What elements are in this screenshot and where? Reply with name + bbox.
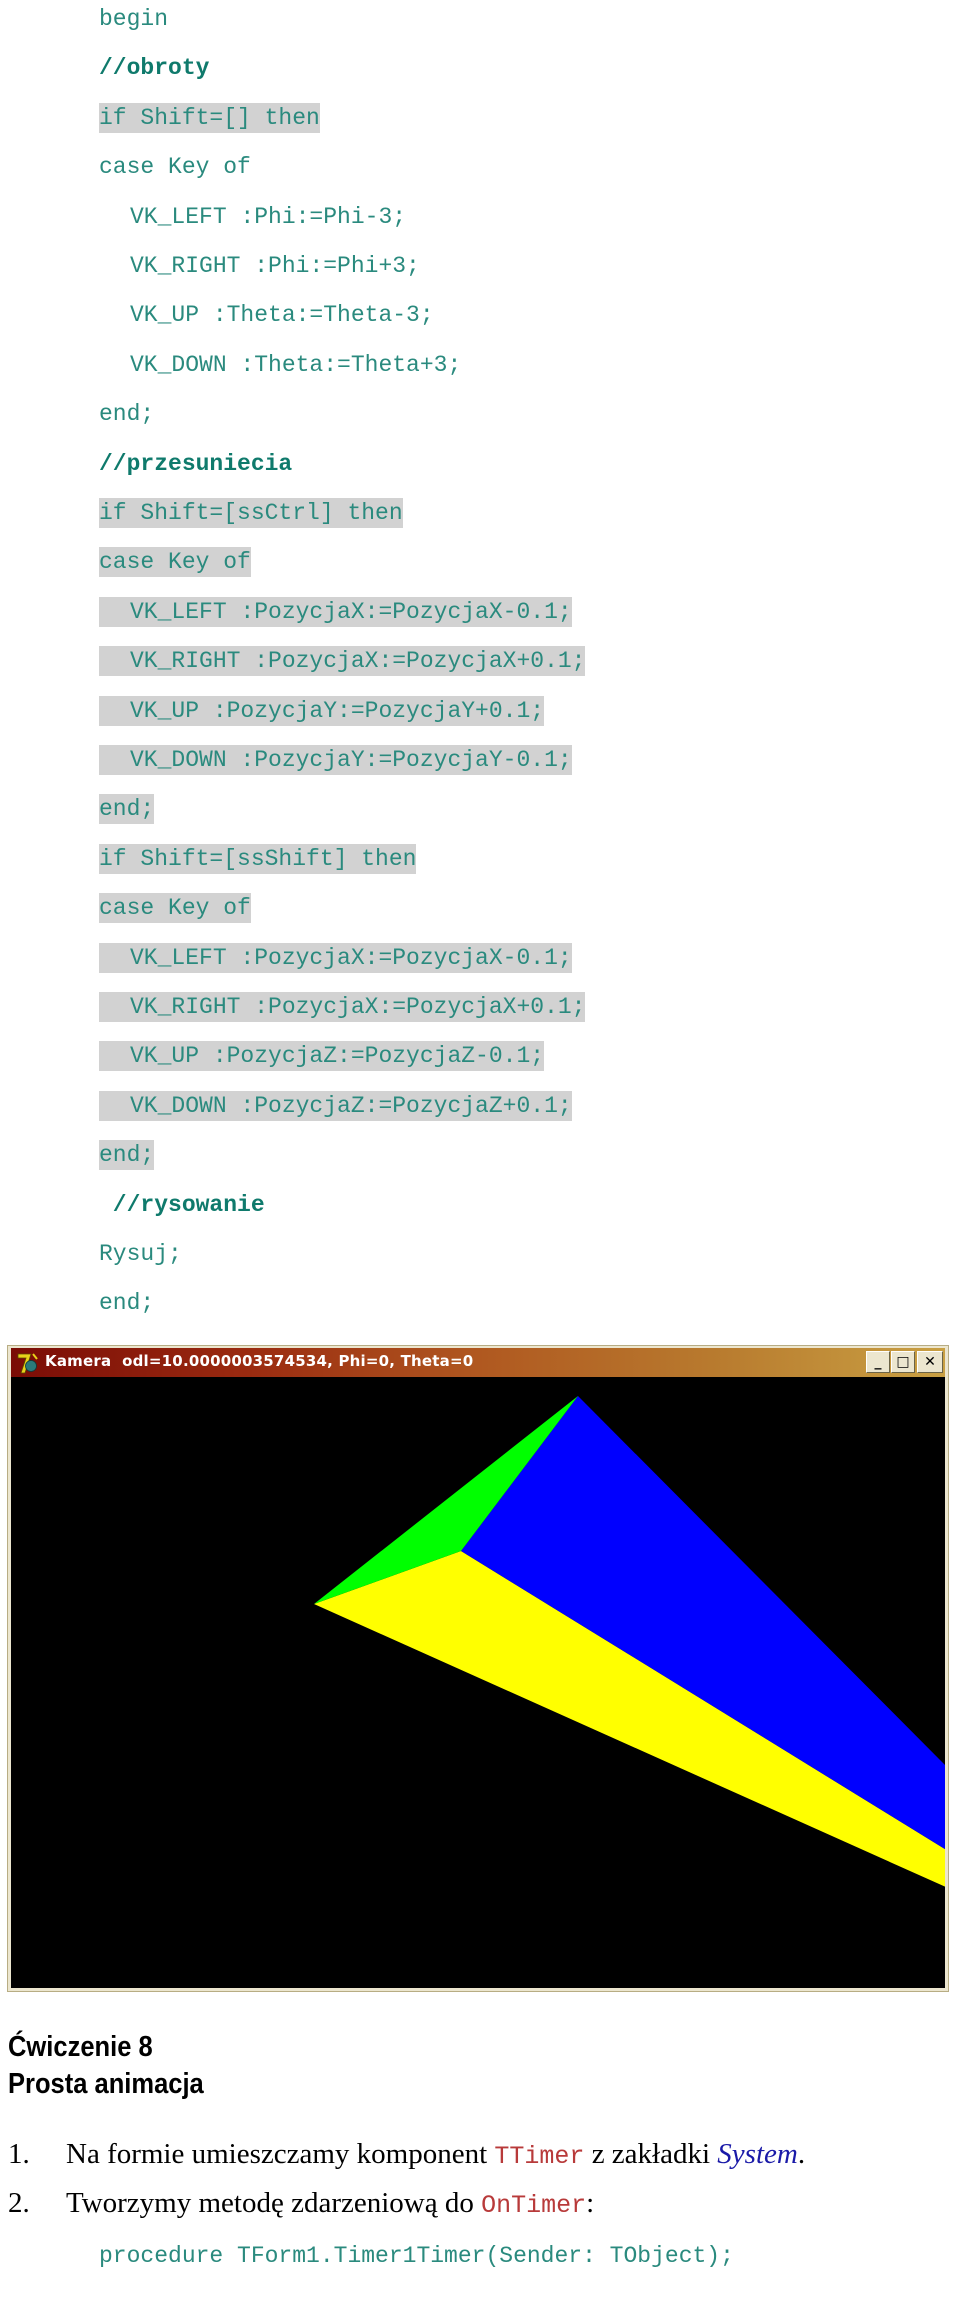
inline-code-ttimer: TTimer — [494, 2142, 585, 2171]
code-text: VK_LEFT :PozycjaX:=PozycjaX-0.1; — [130, 944, 572, 971]
code-line: Rysuj; — [99, 1239, 182, 1269]
code-text: case Key of — [99, 154, 251, 181]
code-line: VK_RIGHT :PozycjaX:=PozycjaX+0.1; — [99, 992, 586, 1022]
code-text: VK_RIGHT :Phi:=Phi+3; — [130, 253, 420, 279]
code-text: end; — [99, 1290, 155, 1317]
code-comment-line: //rysowanie — [99, 1190, 265, 1220]
code-text: case Key of — [99, 549, 251, 576]
code-text: VK_RIGHT :PozycjaX:=PozycjaX+0.1; — [130, 648, 586, 675]
code-text: VK_LEFT :Phi:=Phi-3; — [130, 203, 407, 230]
step-text: Tworzymy metodę zdarzeniową do OnTimer: — [66, 2187, 594, 2220]
code-text: VK_UP :PozycjaY:=PozycjaY+0.1; — [130, 697, 545, 724]
code-line: case Key of — [99, 547, 251, 578]
step-item-2: 2. Tworzymy metodę zdarzeniową do OnTime… — [0, 2187, 960, 2227]
exercise-title: Ćwiczenie 8 — [8, 2031, 153, 2063]
step-text-part: Na formie umieszczamy komponent — [66, 2138, 495, 2170]
code-line: end; — [99, 1140, 155, 1171]
step-text-part: Tworzymy metodę zdarzeniową do — [66, 2187, 482, 2219]
close-button[interactable]: ✕ — [917, 1351, 943, 1373]
system-tab-reference: System — [717, 2138, 798, 2170]
code-text: //obroty — [99, 55, 210, 82]
kamera-window: Kamera odl=10.0000003574534, Phi=0, Thet… — [7, 1345, 949, 1992]
code-text: //przesuniecia — [99, 450, 293, 477]
code-line: if Shift=[] then — [99, 102, 320, 133]
code-line: VK_DOWN :Theta:=Theta+3; — [99, 350, 461, 380]
code-line: end; — [99, 399, 154, 429]
code-text: Rysuj; — [99, 1241, 182, 1267]
code-line: begin — [99, 4, 168, 34]
code-text: VK_DOWN :Theta:=Theta+3; — [130, 351, 462, 378]
window-title: Kamera odl=10.0000003574534, Phi=0, Thet… — [45, 1352, 474, 1370]
code-line: VK_DOWN :PozycjaZ:=PozycjaZ+0.1; — [99, 1090, 572, 1121]
code-text: case Key of — [99, 895, 251, 922]
code-text: //rysowanie — [99, 1191, 265, 1218]
step-item-1: 1. Na formie umieszczamy komponent TTime… — [0, 2138, 960, 2178]
scene-svg — [314, 1396, 945, 1887]
code-text: if Shift=[ssShift] then — [99, 845, 417, 872]
code-text: end; — [99, 796, 155, 823]
code-text: begin — [99, 6, 169, 32]
code-line: if Shift=[ssCtrl] then — [99, 498, 403, 528]
code-line: VK_LEFT :PozycjaX:=PozycjaX-0.1; — [99, 596, 572, 627]
maximize-button[interactable]: □ — [891, 1351, 915, 1373]
minimize-button[interactable]: _ — [866, 1351, 890, 1373]
code-text: VK_DOWN :PozycjaZ:=PozycjaZ+0.1; — [130, 1092, 572, 1119]
code-line: VK_UP :PozycjaY:=PozycjaY+0.1; — [99, 695, 545, 726]
step-text-part: . — [797, 2138, 806, 2170]
step-text: Na formie umieszczamy komponent TTimer z… — [66, 2138, 805, 2171]
code-line: VK_RIGHT :PozycjaX:=PozycjaX+0.1; — [99, 646, 586, 677]
render-canvas[interactable] — [11, 1377, 945, 1988]
step-text-part: z zakładki — [584, 2138, 718, 2170]
code-text: procedure TForm1.Timer1Timer(Sender: TOb… — [99, 2243, 734, 2269]
code-line: case Key of — [99, 893, 251, 924]
code-line: end; — [99, 1288, 154, 1318]
step-number: 1. — [8, 2138, 30, 2170]
code-text: VK_LEFT :PozycjaX:=PozycjaX-0.1; — [130, 598, 572, 625]
minimize-icon: _ — [874, 1354, 882, 1370]
code-text: end; — [99, 401, 155, 428]
code-text: VK_UP :Theta:=Theta-3; — [130, 302, 434, 329]
code-text: VK_RIGHT :PozycjaX:=PozycjaX+0.1; — [130, 994, 586, 1020]
code-text: VK_UP :PozycjaZ:=PozycjaZ-0.1; — [130, 1043, 545, 1070]
code-line: VK_RIGHT :Phi:=Phi+3; — [99, 251, 420, 281]
code-text: if Shift=[] then — [99, 104, 320, 131]
code-comment-line: //przesuniecia — [99, 449, 292, 479]
code-text: if Shift=[ssCtrl] then — [99, 500, 403, 526]
code-text: end; — [99, 1142, 155, 1169]
maximize-icon: □ — [896, 1354, 910, 1370]
code-line: if Shift=[ssShift] then — [99, 843, 417, 874]
code-line: VK_LEFT :Phi:=Phi-3; — [99, 202, 406, 232]
code-line: case Key of — [99, 152, 251, 182]
code-line: VK_UP :Theta:=Theta-3; — [99, 300, 434, 330]
inline-code-ontimer: OnTimer — [481, 2191, 587, 2220]
code-text: VK_DOWN :PozycjaY:=PozycjaY-0.1; — [130, 747, 572, 773]
delphi-app-icon — [17, 1353, 38, 1374]
code-line: VK_LEFT :PozycjaX:=PozycjaX-0.1; — [99, 942, 572, 973]
step-text-part: : — [586, 2187, 595, 2219]
step-number: 2. — [8, 2187, 30, 2219]
code-line: VK_DOWN :PozycjaY:=PozycjaY-0.1; — [99, 745, 572, 775]
code-line: procedure TForm1.Timer1Timer(Sender: TOb… — [99, 2241, 734, 2271]
code-line: end; — [99, 794, 155, 825]
code-line: VK_UP :PozycjaZ:=PozycjaZ-0.1; — [99, 1041, 545, 1072]
close-icon: ✕ — [924, 1354, 936, 1370]
window-titlebar[interactable]: Kamera odl=10.0000003574534, Phi=0, Thet… — [11, 1348, 945, 1377]
code-comment-line: //obroty — [99, 53, 209, 83]
exercise-subtitle: Prosta animacja — [8, 2068, 204, 2100]
